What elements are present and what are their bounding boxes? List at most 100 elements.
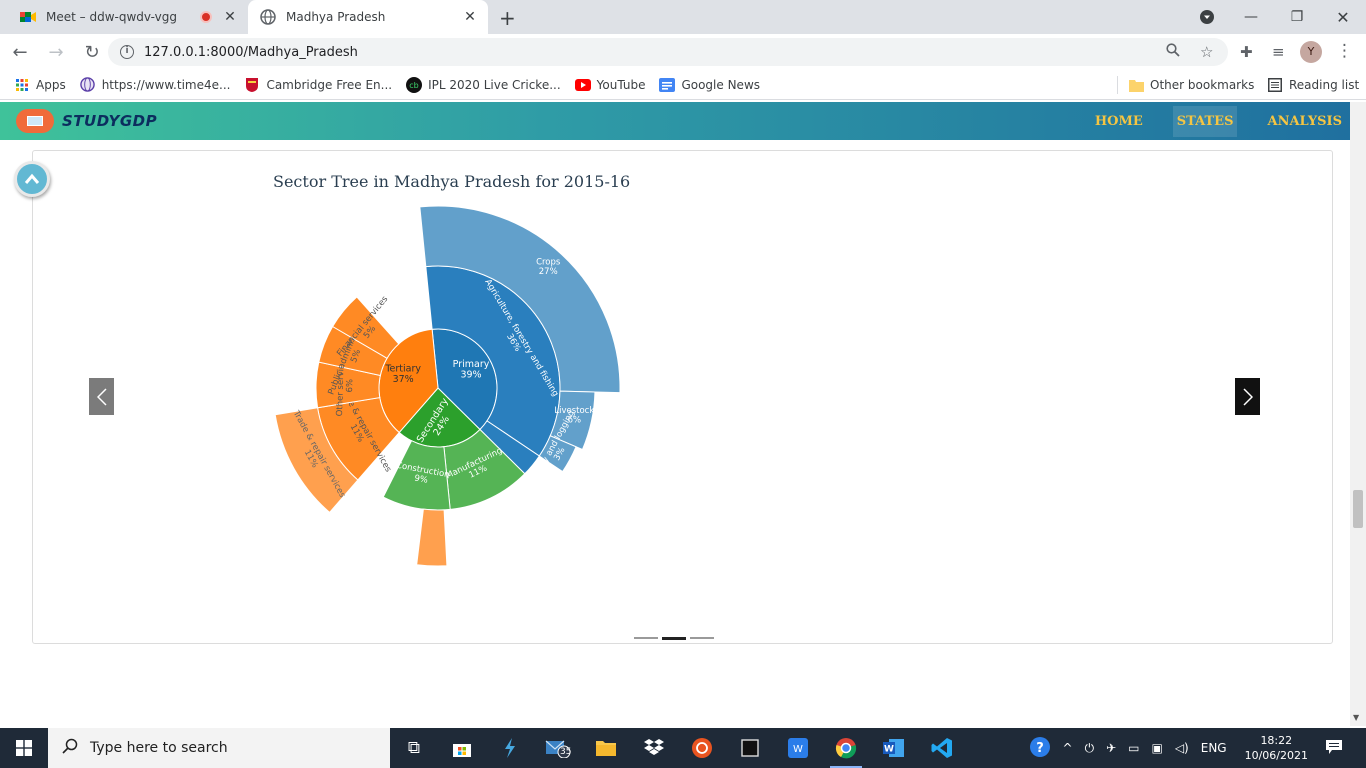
- other-bookmarks[interactable]: Other bookmarks: [1128, 77, 1254, 93]
- close-tab-icon[interactable]: ✕: [462, 9, 478, 25]
- bookmark-google-news[interactable]: Google News: [659, 77, 760, 93]
- windows-start-icon[interactable]: [0, 728, 48, 768]
- avatar[interactable]: Y: [1300, 41, 1322, 63]
- nav-home[interactable]: HOME: [1091, 106, 1147, 137]
- svg-text:cb: cb: [409, 81, 418, 90]
- ubuntu-icon[interactable]: [678, 728, 726, 768]
- taskbar-search[interactable]: Type here to search: [48, 728, 390, 768]
- bookmark-youtube[interactable]: YouTube: [574, 77, 645, 93]
- bookmark-cambridge[interactable]: Cambridge Free En...: [244, 77, 392, 93]
- network-icon[interactable]: ✈: [1106, 741, 1116, 755]
- folder-icon: [1128, 77, 1144, 93]
- nav-links: HOME STATES ANALYSIS: [1065, 102, 1346, 140]
- carousel-dot-active[interactable]: [662, 637, 686, 640]
- svg-text:?: ?: [1036, 741, 1044, 756]
- carousel-indicators: [634, 637, 718, 640]
- mail-icon[interactable]: 35: [534, 728, 582, 768]
- reload-icon[interactable]: ↻: [76, 36, 108, 68]
- browser-tab-strip: Meet – ddw-qwdv-vgg ✕ Madhya Pradesh ✕ +…: [0, 0, 1366, 34]
- bookmark-label: IPL 2020 Live Cricke...: [428, 77, 561, 92]
- system-tray: ? ^ ⏻ ✈ ▭ ▣ ◁) ENG 18:22 10/06/2021: [1023, 728, 1366, 768]
- address-bar[interactable]: i 127.0.0.1:8000/Madhya_Pradesh ☆: [108, 38, 1228, 66]
- google-meet-icon: [20, 9, 36, 25]
- profile-dropdown-icon[interactable]: [1185, 0, 1229, 34]
- carousel-next-button[interactable]: [1235, 378, 1260, 415]
- dropbox-icon[interactable]: [630, 728, 678, 768]
- close-tab-icon[interactable]: ✕: [222, 9, 238, 25]
- bookmark-ipl[interactable]: cb IPL 2020 Live Cricke...: [406, 76, 561, 93]
- mail-badge: 35: [560, 747, 572, 757]
- site-logo[interactable]: STUDYGDP: [16, 109, 157, 133]
- google-news-icon: [659, 77, 676, 93]
- page-scrollbar[interactable]: [1350, 102, 1366, 726]
- chrome-icon[interactable]: [822, 728, 870, 768]
- clock[interactable]: 18:22 10/06/2021: [1245, 733, 1308, 763]
- clock-date: 10/06/2021: [1244, 749, 1308, 762]
- nav-analysis[interactable]: ANALYSIS: [1263, 106, 1346, 137]
- minimize-icon[interactable]: —: [1229, 0, 1273, 34]
- terminal-icon[interactable]: [726, 728, 774, 768]
- cricbuzz-icon: cb: [406, 76, 423, 93]
- reading-list[interactable]: Reading list: [1267, 77, 1359, 93]
- bookmark-time4e[interactable]: https://www.time4e...: [80, 77, 231, 93]
- forward-icon[interactable]: →: [40, 36, 72, 68]
- bookmark-label: https://www.time4e...: [101, 77, 231, 92]
- site-info-icon[interactable]: i: [120, 45, 134, 59]
- bookmark-label: Google News: [681, 77, 761, 92]
- apps-grid-icon: [14, 77, 30, 93]
- file-explorer-icon[interactable]: [582, 728, 630, 768]
- nav-states[interactable]: STATES: [1172, 105, 1238, 137]
- other-bookmarks-label: Other bookmarks: [1150, 78, 1255, 92]
- bookmark-apps[interactable]: Apps: [14, 77, 66, 93]
- tertiary-tail-segment[interactable]: [416, 508, 448, 567]
- youtube-icon: [574, 77, 591, 93]
- word-icon[interactable]: W: [870, 728, 918, 768]
- store-icon[interactable]: [438, 728, 486, 768]
- crest-icon: [244, 77, 260, 93]
- tab-title: Meet – ddw-qwdv-vgg: [46, 10, 178, 24]
- zoom-search-icon[interactable]: [1166, 43, 1180, 61]
- crop-label: Crops 27%: [536, 258, 561, 277]
- carousel-dot[interactable]: [690, 637, 714, 639]
- carousel-dot[interactable]: [634, 637, 658, 639]
- browser-toolbar: ← → ↻ i 127.0.0.1:8000/Madhya_Pradesh ☆ …: [0, 34, 1366, 70]
- battery-icon[interactable]: ▭: [1128, 741, 1139, 755]
- notifications-icon[interactable]: [1326, 739, 1342, 757]
- back-icon[interactable]: ←: [4, 36, 36, 68]
- restore-icon[interactable]: ❐: [1275, 0, 1319, 34]
- menu-kebab-icon[interactable]: ⋮: [1336, 41, 1353, 61]
- new-tab-plus-icon[interactable]: +: [499, 6, 516, 30]
- carousel-card: [32, 150, 1333, 644]
- brand-name: STUDYGDP: [62, 112, 158, 130]
- scroll-down-icon[interactable]: ▼: [1353, 713, 1359, 722]
- tab-title: Madhya Pradesh: [286, 10, 386, 24]
- scroll-top-button[interactable]: [14, 161, 50, 197]
- search-icon: [62, 738, 82, 758]
- usb-icon[interactable]: ⏻: [1085, 741, 1095, 756]
- logo-monitor-icon: [16, 109, 54, 133]
- wps-writer-icon[interactable]: W: [774, 728, 822, 768]
- language-indicator[interactable]: ENG: [1201, 741, 1227, 755]
- bookmark-star-icon[interactable]: ☆: [1200, 43, 1213, 61]
- lightning-app-icon[interactable]: [486, 728, 534, 768]
- vscode-icon[interactable]: [918, 728, 966, 768]
- tab-madhya-pradesh[interactable]: Madhya Pradesh ✕: [248, 0, 488, 34]
- media-control-icon[interactable]: ≡: [1272, 43, 1285, 61]
- volume-icon[interactable]: ◁): [1175, 741, 1189, 755]
- globe-icon: [260, 9, 276, 25]
- display-icon[interactable]: ▣: [1151, 741, 1162, 755]
- bookmark-label: Apps: [36, 77, 66, 92]
- recording-icon: [200, 11, 212, 23]
- task-view-icon[interactable]: ⧉: [390, 728, 438, 768]
- site-navbar: STUDYGDP HOME STATES ANALYSIS: [0, 102, 1366, 140]
- bookmark-separator: [1117, 76, 1118, 94]
- scrollbar-thumb[interactable]: [1353, 490, 1363, 528]
- url-text[interactable]: 127.0.0.1:8000/Madhya_Pradesh: [144, 45, 358, 60]
- extensions-icon[interactable]: ✚: [1240, 43, 1253, 61]
- tab-meet[interactable]: Meet – ddw-qwdv-vgg ✕: [8, 0, 248, 34]
- help-icon[interactable]: ?: [1029, 736, 1051, 761]
- close-window-icon[interactable]: ✕: [1321, 0, 1365, 34]
- carousel-prev-button[interactable]: [89, 378, 114, 415]
- show-hidden-icons-icon[interactable]: ^: [1063, 741, 1073, 755]
- chart-title: Sector Tree in Madhya Pradesh for 2015-1…: [273, 172, 631, 191]
